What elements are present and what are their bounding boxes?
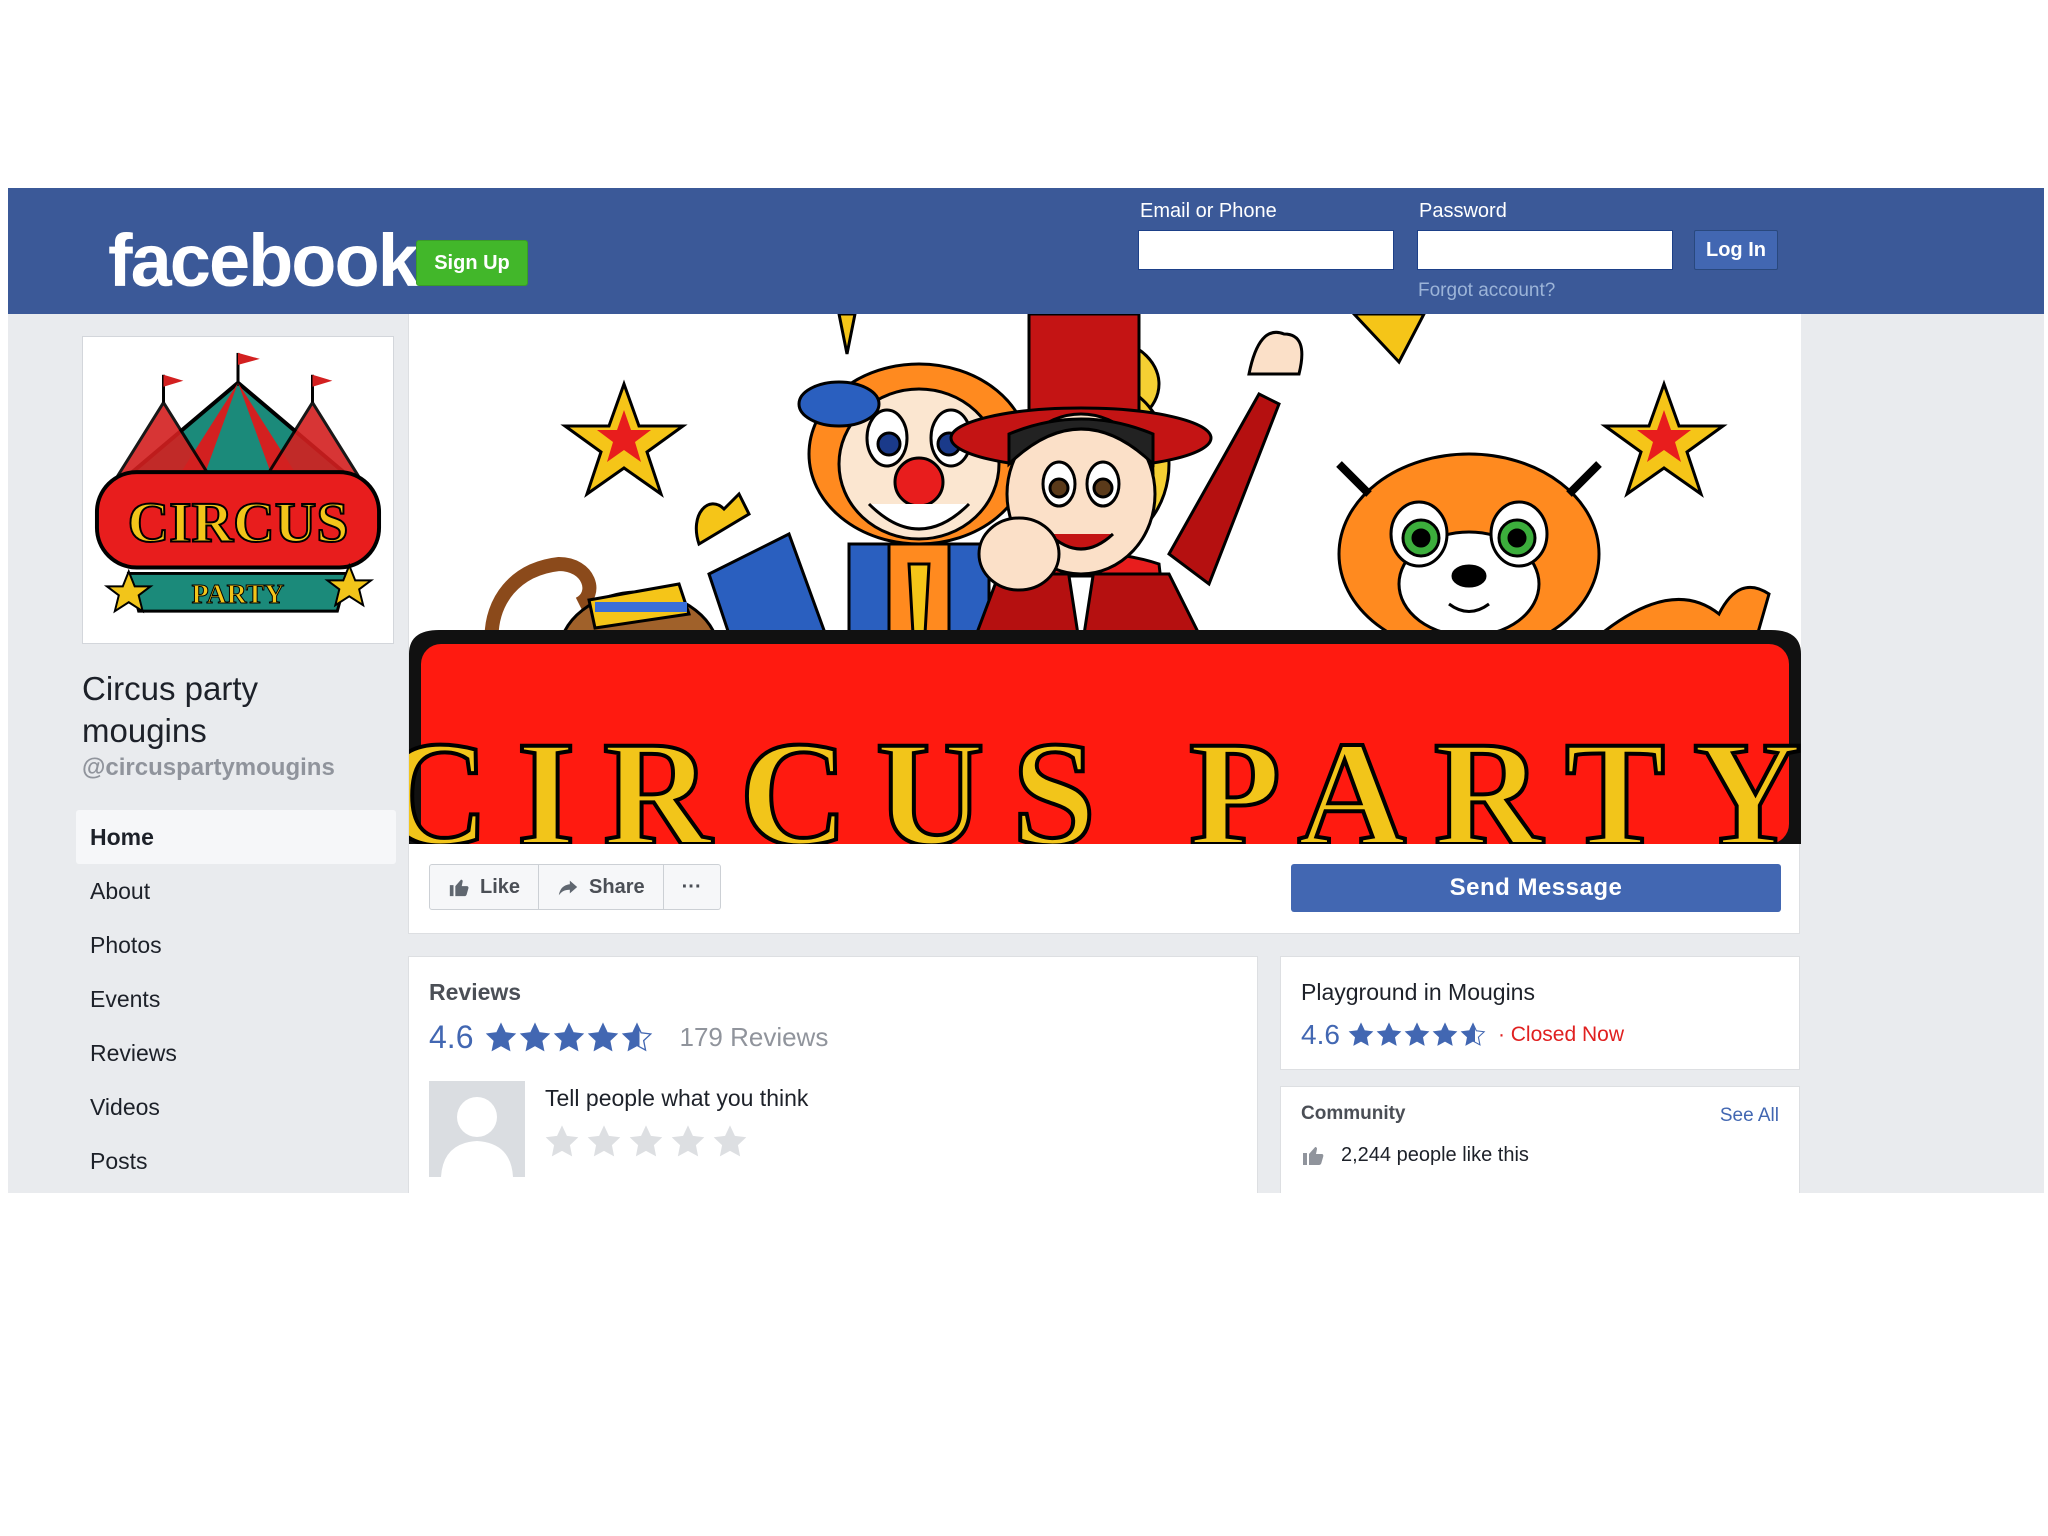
avatar-silhouette-icon xyxy=(429,1081,525,1177)
nav-item-posts[interactable]: Posts xyxy=(76,1134,396,1188)
star-icon xyxy=(1404,1022,1430,1046)
reviews-card: Reviews 4.6 179 Reviews Tell people what… xyxy=(408,956,1258,1193)
place-info-card: Playground in Mougins 4.6 · Closed Now xyxy=(1280,956,1800,1070)
password-input[interactable] xyxy=(1417,230,1673,270)
review-star-input[interactable] xyxy=(543,1123,749,1161)
star-icon xyxy=(1348,1022,1374,1046)
circus-logo-image: CIRCUS PARTY xyxy=(89,343,387,637)
page-likes-count: 2,244 people like this xyxy=(1341,1143,1529,1166)
nav-item-photos[interactable]: Photos xyxy=(76,918,396,972)
sign-up-button[interactable]: Sign Up xyxy=(416,240,528,286)
star-icon xyxy=(1432,1022,1458,1046)
place-rating: 4.6 · Closed Now xyxy=(1301,1019,1624,1051)
log-in-button[interactable]: Log In xyxy=(1694,230,1778,270)
more-button[interactable]: ··· xyxy=(664,865,720,909)
nav-item-about[interactable]: About xyxy=(76,864,396,918)
star-icon[interactable] xyxy=(711,1123,749,1161)
star-icon xyxy=(622,1021,653,1051)
logo-circus-text: CIRCUS xyxy=(128,492,349,555)
thumbs-up-icon xyxy=(449,879,469,897)
page-name[interactable]: Circus party mougins xyxy=(82,668,382,752)
nav-item-events[interactable]: Events xyxy=(76,972,396,1026)
review-prompt: Tell people what you think xyxy=(545,1085,809,1111)
top-navigation-bar: facebook Sign Up Email or Phone Password… xyxy=(8,188,2044,314)
page-handle[interactable]: @circuspartymougins xyxy=(82,754,335,782)
star-icon[interactable] xyxy=(627,1123,665,1161)
page-action-buttons: Like Share ··· xyxy=(429,864,721,910)
community-title: Community xyxy=(1301,1103,1406,1124)
like-label: Like xyxy=(480,876,521,898)
rating-stars xyxy=(485,1021,653,1054)
page-nav: Home About Photos Events Reviews Videos … xyxy=(76,810,396,1188)
nav-item-videos[interactable]: Videos xyxy=(76,1080,396,1134)
more-dots-icon: ··· xyxy=(681,876,702,898)
see-all-link[interactable]: See All xyxy=(1720,1105,1779,1127)
cover-banner-text: CIRCUS PARTY xyxy=(409,711,1801,844)
nav-item-home[interactable]: Home xyxy=(76,810,396,864)
star-icon xyxy=(1460,1022,1486,1046)
rating-summary: 4.6 179 Reviews xyxy=(429,1019,828,1056)
user-avatar xyxy=(429,1081,525,1177)
star-icon xyxy=(588,1021,619,1051)
open-status: · Closed Now xyxy=(1497,1023,1624,1046)
place-category[interactable]: Playground in Mougins xyxy=(1301,979,1535,1006)
community-card: Community See All 2,244 people like this xyxy=(1280,1086,1800,1193)
facebook-logo[interactable]: facebook xyxy=(108,218,419,303)
star-icon xyxy=(486,1021,517,1051)
email-label: Email or Phone xyxy=(1140,200,1277,222)
share-button[interactable]: Share xyxy=(539,865,664,909)
page-likes-row: 2,244 people like this xyxy=(1301,1143,1529,1167)
logo-party-text: PARTY xyxy=(192,579,285,610)
email-input[interactable] xyxy=(1138,230,1394,270)
place-rating-stars xyxy=(1348,1022,1486,1048)
place-rating-value: 4.6 xyxy=(1301,1019,1340,1050)
forgot-account-link[interactable]: Forgot account? xyxy=(1418,280,1555,302)
share-label: Share xyxy=(589,876,645,898)
cover-illustration: CIRCUS PARTY xyxy=(409,314,1801,844)
reviews-count-link[interactable]: 179 Reviews xyxy=(679,1022,828,1053)
star-icon xyxy=(1376,1022,1402,1046)
send-message-button[interactable]: Send Message xyxy=(1291,864,1781,912)
star-icon xyxy=(520,1021,551,1051)
rating-value: 4.6 xyxy=(429,1019,474,1055)
star-icon[interactable] xyxy=(585,1123,623,1161)
like-button[interactable]: Like xyxy=(430,865,540,909)
reviews-title: Reviews xyxy=(429,979,522,1005)
star-icon xyxy=(554,1021,585,1051)
cover-card: CIRCUS PARTY Like Share ··· Send Message xyxy=(408,314,1801,934)
profile-picture[interactable]: CIRCUS PARTY xyxy=(82,336,394,644)
nav-item-reviews[interactable]: Reviews xyxy=(76,1026,396,1080)
facebook-page-screen: facebook Sign Up Email or Phone Password… xyxy=(8,188,2044,1193)
star-icon[interactable] xyxy=(669,1123,707,1161)
cover-photo[interactable]: CIRCUS PARTY xyxy=(409,314,1801,844)
password-label: Password xyxy=(1419,200,1507,222)
star-icon[interactable] xyxy=(543,1123,581,1161)
thumbs-up-icon xyxy=(1303,1147,1324,1165)
share-arrow-icon xyxy=(558,880,578,896)
